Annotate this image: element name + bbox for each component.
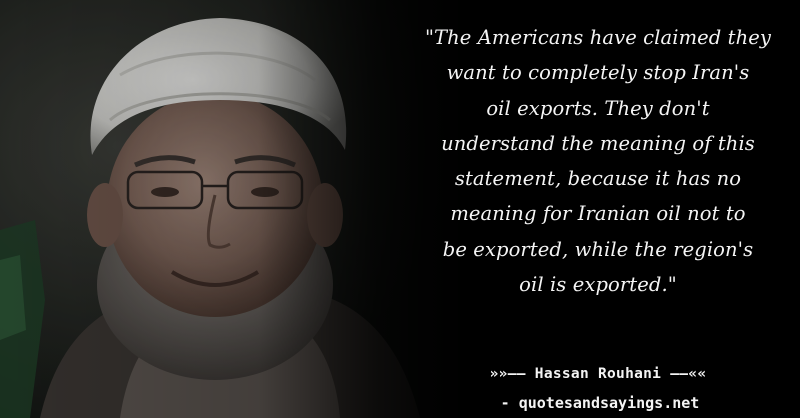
quote-card: "The Americans have claimed they want to… (0, 0, 800, 418)
source-credit: - quotesandsayings.net (500, 394, 700, 412)
author-attribution: »»–– Hassan Rouhani ––«« (489, 366, 707, 382)
quote-text: "The Americans have claimed they want to… (424, 26, 772, 297)
portrait-photo (0, 0, 470, 418)
